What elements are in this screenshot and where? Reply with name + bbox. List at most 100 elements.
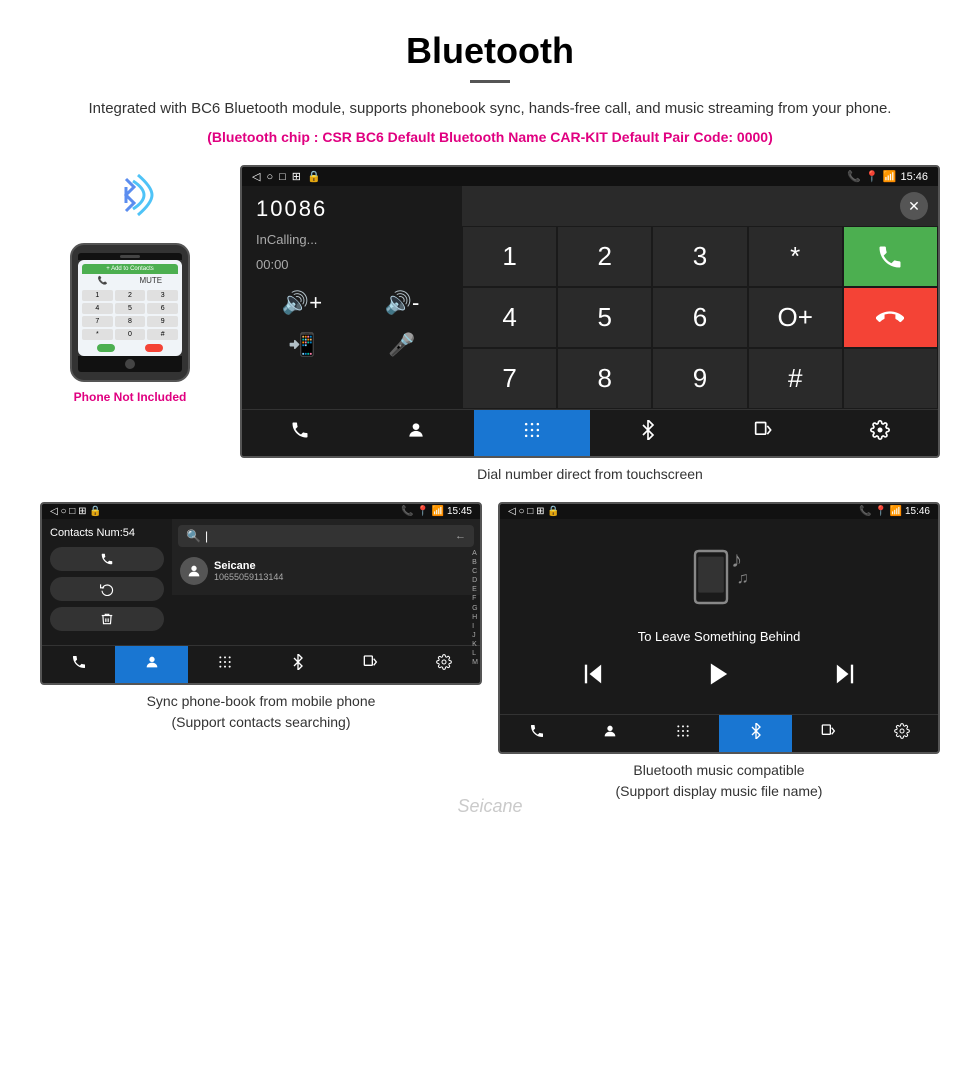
key-0plus[interactable]: O+	[748, 287, 843, 348]
contacts-body: Contacts Num:54	[42, 519, 480, 645]
phone-mockup: + Add to Contacts 📞MUTE 123 456 789 *0#	[70, 243, 190, 382]
contacts-frame: ◁ ○ □ ⊞ 🔒 📞 📍 📶 15:45 Contacts Num:54	[40, 502, 482, 685]
page-header: Bluetooth Integrated with BC6 Bluetooth …	[0, 0, 980, 155]
bottom-screenshots: ◁ ○ □ ⊞ 🔒 📞 📍 📶 15:45 Contacts Num:54	[0, 492, 980, 812]
music-frame: ◁ ○ □ ⊞ 🔒 📞 📍 📶 15:46	[498, 502, 940, 754]
key-hash[interactable]: #	[748, 348, 843, 409]
search-back-icon: ←	[455, 530, 466, 542]
transfer-btn[interactable]: 📲	[256, 328, 348, 362]
volume-down-btn[interactable]: 🔊-	[356, 286, 448, 320]
mtb-transfer-btn[interactable]	[792, 715, 865, 752]
dial-caption: Dial number direct from touchscreen	[240, 466, 940, 482]
mtb-bluetooth-btn[interactable]	[719, 715, 792, 752]
mtb-contacts-btn[interactable]	[573, 715, 646, 752]
dial-toolbar	[242, 409, 938, 456]
music-time: 15:46	[905, 506, 930, 517]
dial-numpad: ✕ 1 2 3 * 4 5 6 O+	[462, 186, 938, 409]
phone-icon-status: 📞	[847, 170, 861, 183]
music-controls	[520, 660, 918, 694]
dial-body: 10086 InCalling... 00:00 🔊+ 🔊- 📲 🎤 ✕	[242, 186, 938, 409]
phone-screen: + Add to Contacts 📞MUTE 123 456 789 *0#	[78, 260, 182, 356]
contacts-back-icon: ◁ ○ □	[50, 506, 75, 517]
mtb-dialpad-btn[interactable]	[646, 715, 719, 752]
contact-info: Seicane 10655059113144	[214, 560, 283, 582]
ctb-phone-btn[interactable]	[42, 646, 115, 683]
time-display: 15:46	[900, 171, 928, 183]
contacts-notif: ⊞ 🔒	[78, 506, 102, 517]
contacts-right-wrapper: 🔍 | ← Seicane	[172, 519, 480, 645]
lock-icon: 🔒	[307, 170, 321, 183]
svg-text:♪: ♪	[731, 547, 742, 572]
key-6[interactable]: 6	[652, 287, 747, 348]
dial-left-panel: 10086 InCalling... 00:00 🔊+ 🔊- 📲 🎤	[242, 186, 462, 409]
numpad-grid: 1 2 3 * 4 5 6 O+ 7	[462, 226, 938, 409]
contacts-sync-btn[interactable]	[50, 577, 164, 601]
tb-bluetooth-btn[interactable]	[590, 410, 706, 456]
key-star[interactable]: *	[748, 226, 843, 287]
contacts-caption-line2: (Support contacts searching)	[172, 714, 351, 730]
key-8[interactable]: 8	[557, 348, 652, 409]
mtb-phone-btn[interactable]	[500, 715, 573, 752]
tb-contacts-btn[interactable]	[358, 410, 474, 456]
contact-avatar	[180, 557, 208, 585]
location-icon: 📍	[865, 170, 879, 183]
key-1[interactable]: 1	[462, 226, 557, 287]
tb-phone-btn[interactable]	[242, 410, 358, 456]
mic-btn[interactable]: 🎤	[356, 328, 448, 362]
phone-container: + Add to Contacts 📞MUTE 123 456 789 *0#	[40, 165, 220, 404]
key-5[interactable]: 5	[557, 287, 652, 348]
contacts-screenshot: ◁ ○ □ ⊞ 🔒 📞 📍 📶 15:45 Contacts Num:54	[40, 502, 482, 802]
backspace-btn[interactable]: ✕	[900, 192, 928, 220]
phone-bottom-bar	[82, 344, 178, 352]
contacts-delete-btn[interactable]	[50, 607, 164, 631]
key-4[interactable]: 4	[462, 287, 557, 348]
music-notif: ⊞ 🔒	[536, 506, 560, 517]
music-screen: ◁ ○ □ ⊞ 🔒 📞 📍 📶 15:46	[500, 504, 938, 752]
contacts-caption: Sync phone-book from mobile phone (Suppo…	[40, 691, 482, 733]
contacts-caption-line1: Sync phone-book from mobile phone	[147, 693, 376, 709]
music-prev-btn[interactable]	[579, 660, 607, 694]
music-body: ♪ ♫ To Leave Something Behind	[500, 519, 938, 714]
tb-transfer-btn[interactable]	[706, 410, 822, 456]
contacts-status-right: 📞 📍 📶 15:45	[401, 506, 472, 517]
tb-settings-btn[interactable]	[822, 410, 938, 456]
key-9[interactable]: 9	[652, 348, 747, 409]
header-specs: (Bluetooth chip : CSR BC6 Default Blueto…	[60, 129, 920, 145]
music-caption-line1: Bluetooth music compatible	[633, 762, 804, 778]
music-play-btn[interactable]	[705, 660, 733, 694]
music-back-icon: ◁ ○ □	[508, 506, 533, 517]
key-2[interactable]: 2	[557, 226, 652, 287]
ctb-contacts-btn[interactable]	[115, 646, 188, 683]
svg-text:♫: ♫	[737, 570, 749, 587]
key-3[interactable]: 3	[652, 226, 747, 287]
contacts-time: 15:45	[447, 506, 472, 517]
contacts-call-btn[interactable]	[50, 547, 164, 571]
music-screenshot: ◁ ○ □ ⊞ 🔒 📞 📍 📶 15:46	[498, 502, 940, 802]
phone-keypad: 123 456 789 *0#	[82, 290, 178, 340]
music-next-btn[interactable]	[831, 660, 859, 694]
ctb-settings-btn[interactable]	[407, 646, 480, 683]
tb-dialpad-btn[interactable]	[474, 410, 590, 456]
search-cursor: |	[205, 529, 208, 543]
music-status-left: ◁ ○ □ ⊞ 🔒	[508, 506, 560, 517]
mtb-settings-btn[interactable]	[865, 715, 938, 752]
square-icon: □	[279, 171, 286, 183]
main-content: + Add to Contacts 📞MUTE 123 456 789 *0#	[0, 155, 980, 492]
ctb-bluetooth-btn[interactable]	[261, 646, 334, 683]
search-bar[interactable]: 🔍 | ←	[178, 525, 474, 547]
contacts-status-bar: ◁ ○ □ ⊞ 🔒 📞 📍 📶 15:45	[42, 504, 480, 519]
call-green-btn[interactable]	[843, 226, 938, 287]
music-title: To Leave Something Behind	[638, 629, 801, 644]
music-status-bar: ◁ ○ □ ⊞ 🔒 📞 📍 📶 15:46	[500, 504, 938, 519]
ctb-transfer-btn[interactable]	[334, 646, 407, 683]
key-7[interactable]: 7	[462, 348, 557, 409]
call-red-btn[interactable]	[843, 287, 938, 348]
bluetooth-decorative-icon	[100, 165, 160, 235]
circle-icon: ○	[266, 171, 273, 183]
phone-screen-header: + Add to Contacts	[82, 264, 178, 274]
ctb-dialpad-btn[interactable]	[188, 646, 261, 683]
contacts-right-panel: 🔍 | ← Seicane	[172, 519, 480, 595]
contact-item: Seicane 10655059113144	[178, 553, 474, 589]
volume-up-btn[interactable]: 🔊+	[256, 286, 348, 320]
dial-controls: 🔊+ 🔊- 📲 🎤	[256, 286, 448, 362]
